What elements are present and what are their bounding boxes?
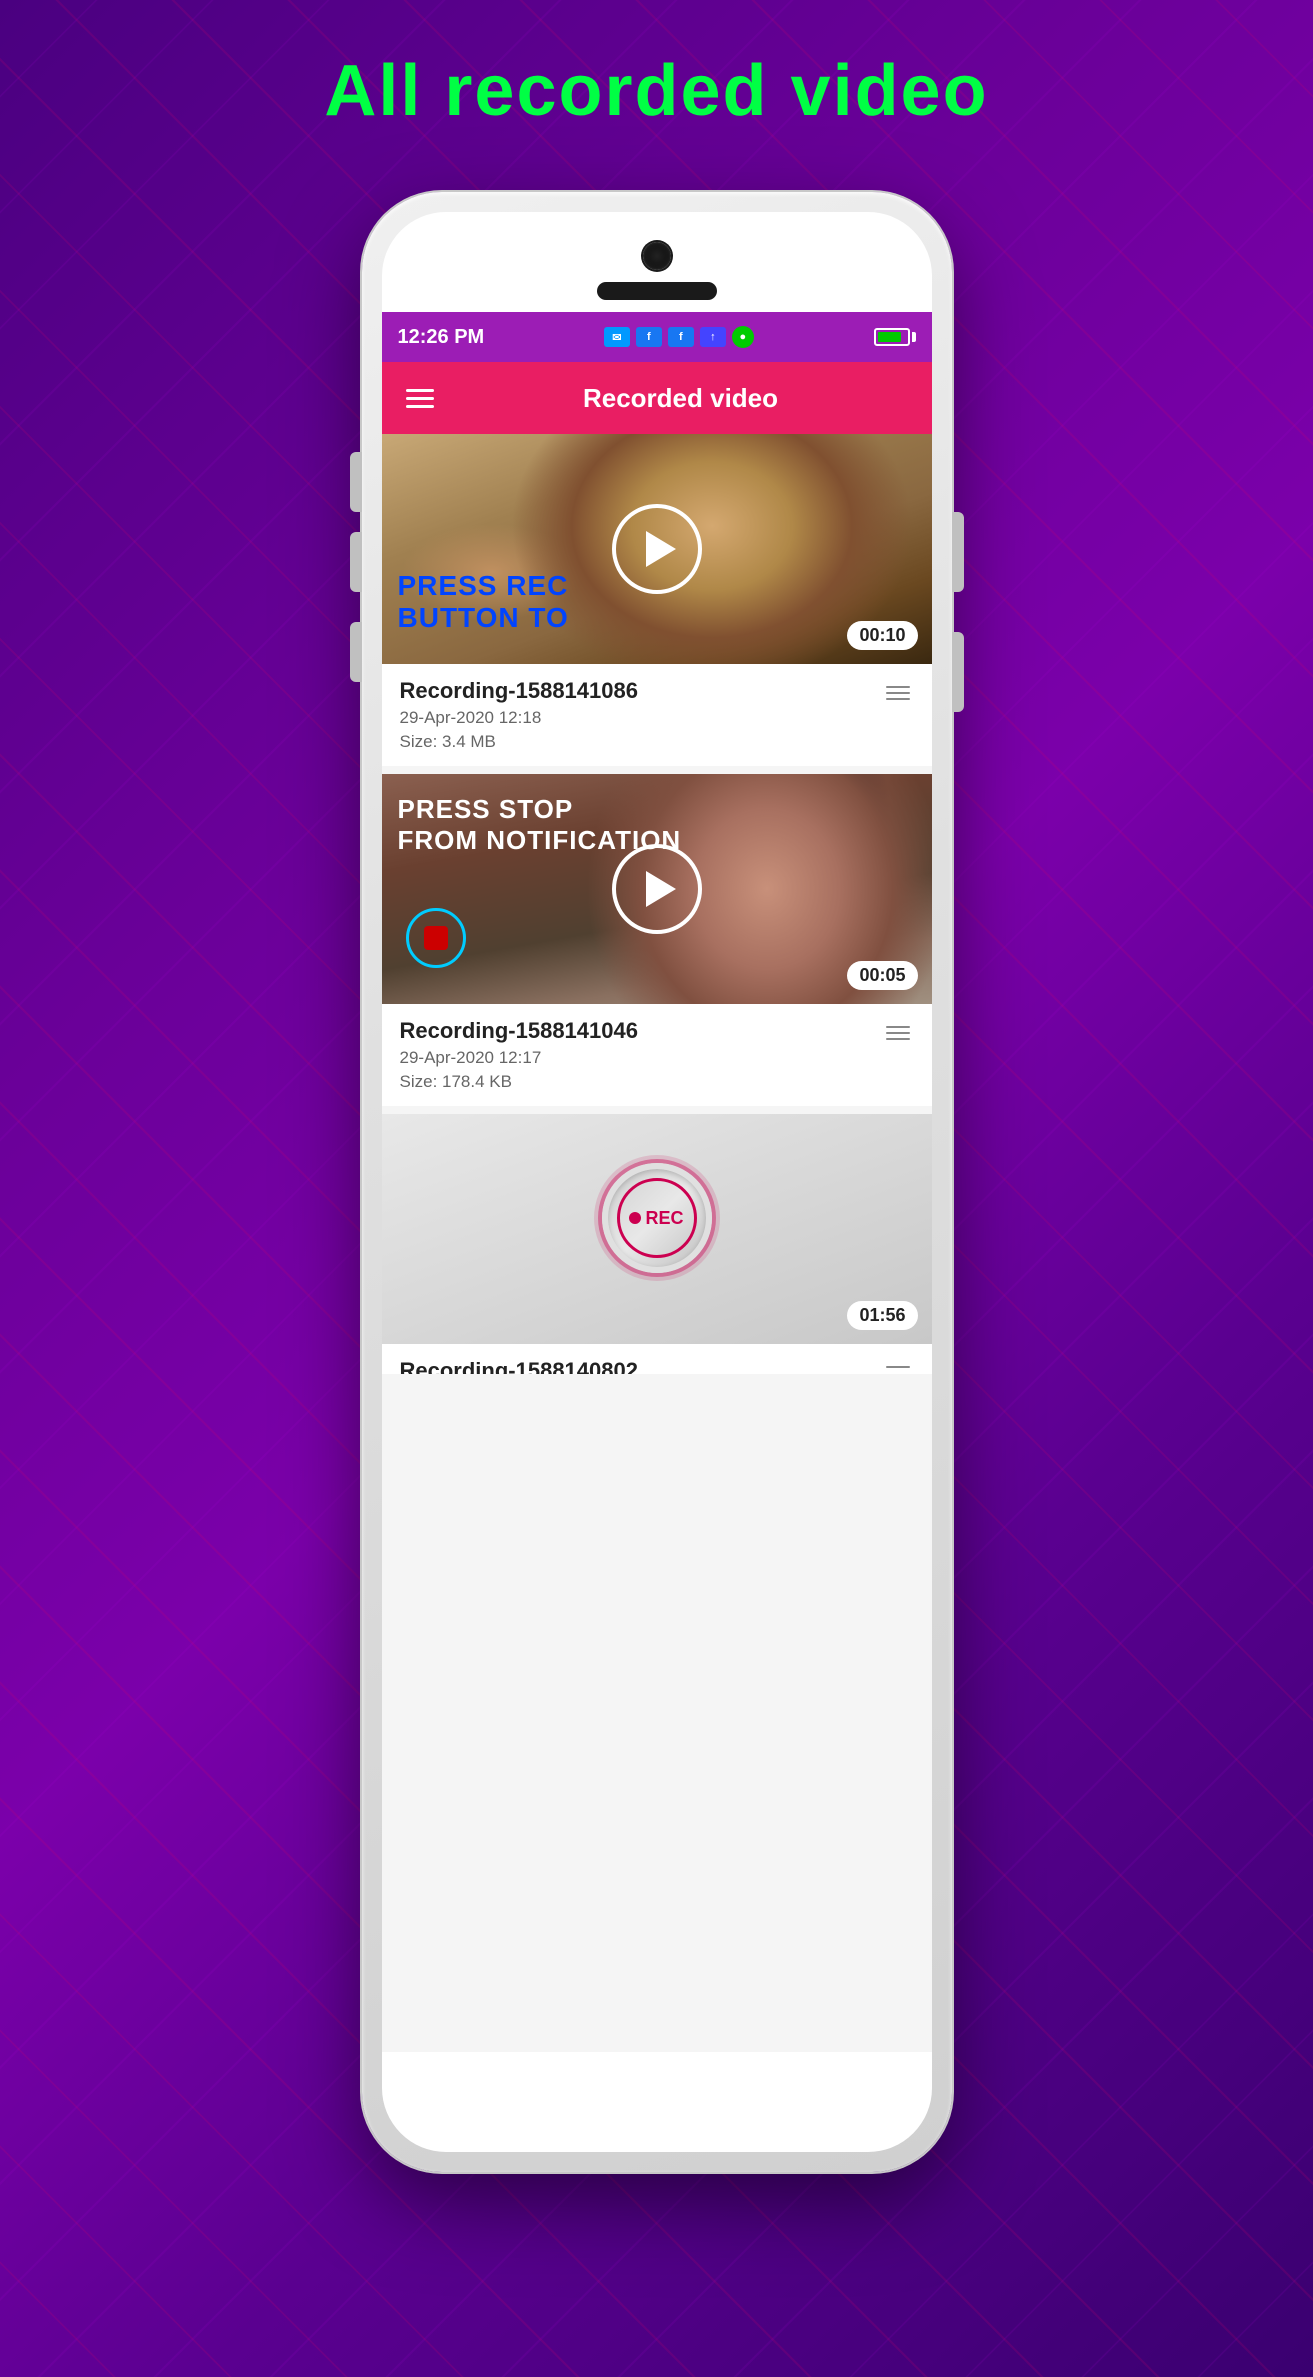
phone-top-area <box>597 242 717 300</box>
duration-badge-3: 01:56 <box>847 1301 917 1330</box>
video-name-3: Recording-1588140802 <box>400 1358 882 1374</box>
video-menu-button-1[interactable] <box>882 678 914 708</box>
video-thumbnail-3[interactable]: REC 01:56 <box>382 1114 932 1344</box>
rec-label: REC <box>645 1208 683 1229</box>
play-triangle-2 <box>646 871 676 907</box>
screen: 12:26 PM ✉ f f ↑ ● <box>382 312 932 2052</box>
video-size-2: Size: 178.4 KB <box>400 1072 882 1092</box>
menu-line-3a <box>886 1366 910 1368</box>
press-rec-overlay: PRESS REC BUTTON TO <box>398 570 569 634</box>
press-rec-line2: BUTTON TO <box>398 602 569 634</box>
battery-icon <box>874 328 916 346</box>
duration-badge-2: 00:05 <box>847 961 917 990</box>
speaker-grille <box>597 282 717 300</box>
status-bar: 12:26 PM ✉ f f ↑ ● <box>382 312 932 362</box>
video-size-1: Size: 3.4 MB <box>400 732 882 752</box>
front-camera <box>643 242 671 270</box>
video-date-2: 29-Apr-2020 12:17 <box>400 1048 882 1068</box>
fb-icon-2: f <box>668 327 694 347</box>
video-info-3: Recording-1588140802 <box>382 1344 932 1374</box>
duration-badge-1: 00:10 <box>847 621 917 650</box>
play-button-1[interactable] <box>612 504 702 594</box>
hamburger-line-2 <box>406 397 434 400</box>
video-list: PRESS REC BUTTON TO 00:10 Recording-1588… <box>382 434 932 1374</box>
press-stop-line1: PRESS STOP <box>398 794 682 825</box>
video-item-1[interactable]: PRESS REC BUTTON TO 00:10 Recording-1588… <box>382 434 932 766</box>
stop-button-overlay <box>406 908 466 968</box>
menu-line-2c <box>886 1038 910 1040</box>
status-time: 12:26 PM <box>398 326 485 349</box>
menu-line-2a <box>886 1026 910 1028</box>
hamburger-line-3 <box>406 405 434 408</box>
hamburger-menu-button[interactable] <box>406 389 434 408</box>
video-name-2: Recording-1588141046 <box>400 1018 882 1044</box>
hamburger-line-1 <box>406 389 434 392</box>
play-button-2[interactable] <box>612 844 702 934</box>
battery-tip <box>912 332 916 342</box>
menu-line-1c <box>886 698 910 700</box>
video-menu-button-2[interactable] <box>882 1018 914 1048</box>
rec-dot-icon <box>629 1212 641 1224</box>
video-meta-1: Recording-1588141086 29-Apr-2020 12:18 S… <box>400 678 882 752</box>
video-meta-2: Recording-1588141046 29-Apr-2020 12:17 S… <box>400 1018 882 1092</box>
status-notification-icons: ✉ f f ↑ ● <box>604 326 754 348</box>
rec-button-inner: REC <box>617 1178 697 1258</box>
stop-square-icon <box>424 926 448 950</box>
menu-line-2b <box>886 1032 910 1034</box>
page-title: All recorded video <box>324 50 988 132</box>
phone-inner-shell: 12:26 PM ✉ f f ↑ ● <box>382 212 932 2152</box>
video-name-1: Recording-1588141086 <box>400 678 882 704</box>
status-right-icons <box>874 328 916 346</box>
press-rec-line1: PRESS REC <box>398 570 569 602</box>
video-info-2: Recording-1588141046 29-Apr-2020 12:17 S… <box>382 1004 932 1106</box>
menu-line-1a <box>886 686 910 688</box>
video-menu-button-3[interactable] <box>882 1358 914 1374</box>
video-thumbnail-2[interactable]: PRESS STOP FROM NOTIFICATION 00:05 <box>382 774 932 1004</box>
upload-icon: ↑ <box>700 327 726 347</box>
app-icon: ● <box>732 326 754 348</box>
video-item-2[interactable]: PRESS STOP FROM NOTIFICATION 00:05 <box>382 774 932 1106</box>
phone-mockup: 12:26 PM ✉ f f ↑ ● <box>362 192 952 2172</box>
video-date-1: 29-Apr-2020 12:18 <box>400 708 882 728</box>
app-bar: Recorded video <box>382 362 932 434</box>
battery-body <box>874 328 910 346</box>
app-bar-title: Recorded video <box>454 383 908 414</box>
video-thumbnail-1[interactable]: PRESS REC BUTTON TO 00:10 <box>382 434 932 664</box>
rec-button-overlay: REC <box>602 1163 712 1273</box>
video-info-1: Recording-1588141086 29-Apr-2020 12:18 S… <box>382 664 932 766</box>
msg-icon: ✉ <box>604 327 630 347</box>
video-meta-3: Recording-1588140802 <box>400 1358 882 1374</box>
video-item-3[interactable]: REC 01:56 Recording-1588140802 <box>382 1114 932 1374</box>
play-triangle-1 <box>646 531 676 567</box>
fb-icon-1: f <box>636 327 662 347</box>
menu-line-1b <box>886 692 910 694</box>
phone-outer-shell: 12:26 PM ✉ f f ↑ ● <box>362 192 952 2172</box>
battery-fill <box>878 332 902 342</box>
